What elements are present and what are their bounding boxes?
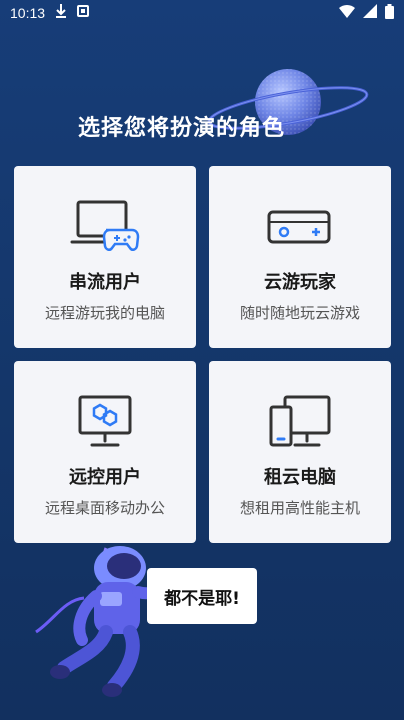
download-icon (55, 4, 67, 22)
phone-monitor-icon (265, 393, 335, 449)
role-description: 想租用高性能主机 (239, 499, 360, 517)
role-card-remote-control-user[interactable]: 远控用户 远程桌面移动办公 (14, 361, 196, 543)
signal-icon (363, 4, 377, 22)
role-description: 远程桌面移动办公 (44, 499, 165, 517)
wifi-icon (339, 4, 355, 22)
role-card-stream-user[interactable]: 串流用户 远程游玩我的电脑 (14, 166, 196, 348)
game-console-icon (265, 198, 335, 254)
role-selection-screen: 10:13 选择您将扮演的角色 串流用户 远程游玩我的电脑 云游玩家 随时随地玩… (0, 0, 404, 720)
status-time: 10:13 (10, 5, 46, 21)
role-card-cloud-gamer[interactable]: 云游玩家 随时随地玩云游戏 (209, 166, 391, 348)
battery-icon (385, 3, 394, 23)
none-of-these-button[interactable]: 都不是耶! (147, 568, 257, 624)
notification-icon (77, 5, 90, 21)
role-card-rent-cloud-pc[interactable]: 租云电脑 想租用高性能主机 (209, 361, 391, 543)
role-title: 远控用户 (69, 467, 141, 488)
role-title: 租云电脑 (264, 467, 336, 488)
role-title: 云游玩家 (264, 272, 336, 293)
role-title: 串流用户 (69, 272, 141, 293)
page-title: 选择您将扮演的角色 (78, 116, 286, 141)
role-description: 随时随地玩云游戏 (239, 304, 360, 322)
remote-desktop-icon (70, 393, 140, 449)
role-description: 远程游玩我的电脑 (44, 304, 165, 322)
laptop-gamepad-icon (70, 198, 140, 254)
status-bar: 10:13 (0, 0, 404, 26)
